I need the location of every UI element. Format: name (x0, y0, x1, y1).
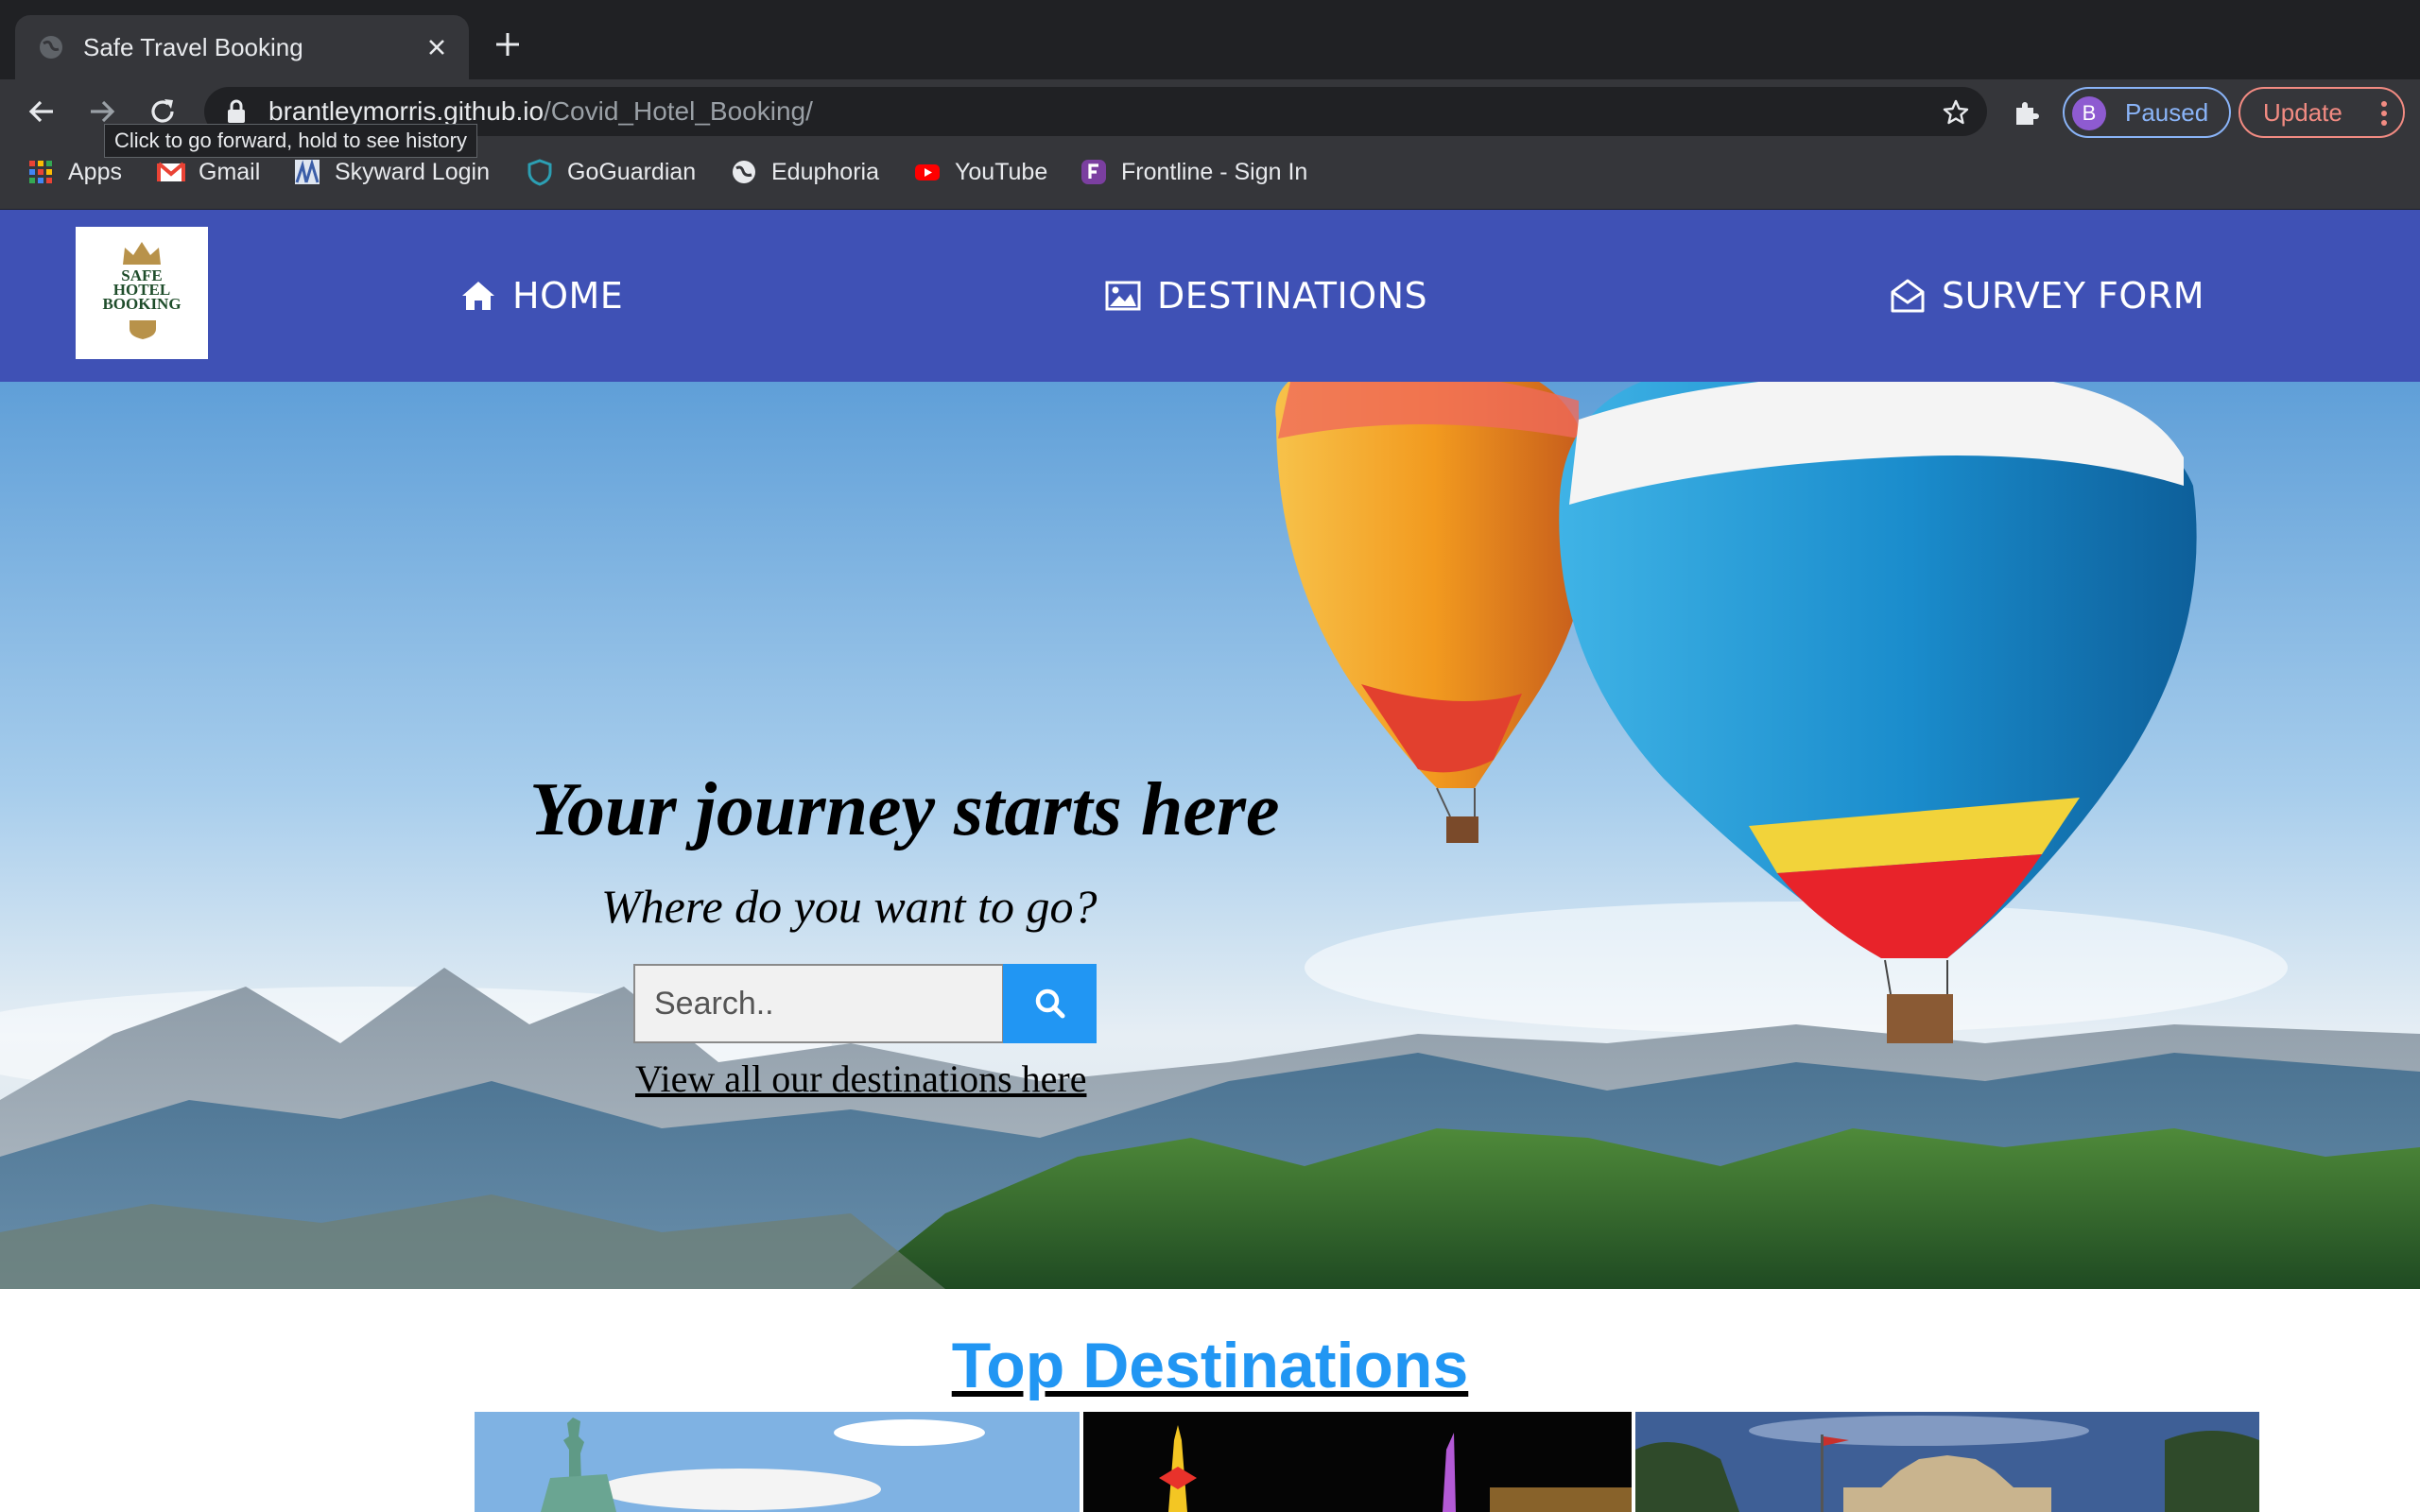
nav-label: DESTINATIONS (1157, 275, 1428, 317)
logo-shield-icon (130, 320, 156, 339)
bookmark-frontline[interactable]: Frontline - Sign In (1080, 144, 1307, 200)
nav-home[interactable]: HOME (459, 210, 623, 382)
new-tab-plus-icon[interactable] (493, 30, 522, 59)
destination-card-statue-of-liberty[interactable] (475, 1412, 1080, 1512)
bookmark-youtube[interactable]: YouTube (913, 144, 1047, 200)
globe-icon (733, 161, 755, 183)
bookmark-label: GoGuardian (567, 158, 697, 185)
tab-title: Safe Travel Booking (83, 33, 303, 61)
site-navbar: SAFE HOTEL BOOKING HOME DESTINATIONS SUR… (0, 210, 2420, 382)
search-button[interactable] (1003, 964, 1097, 1043)
bookmark-star-icon[interactable] (1942, 98, 1970, 127)
profile-status-label: Paused (2125, 98, 2209, 127)
image-icon (1105, 281, 1141, 311)
nav-destinations[interactable]: DESTINATIONS (1104, 210, 1427, 382)
gmail-icon (157, 162, 185, 181)
statue-of-liberty-image (475, 1412, 1080, 1512)
globe-icon (40, 36, 62, 59)
browser-tab-active[interactable]: Safe Travel Booking (15, 15, 469, 79)
forward-tooltip: Click to go forward, hold to see history (104, 124, 477, 158)
home-icon (462, 282, 494, 310)
extensions-puzzle-icon[interactable] (2012, 98, 2042, 129)
bookmark-label: Gmail (199, 158, 261, 185)
hero-banner: Your journey starts here Where do you wa… (0, 382, 2420, 1289)
goguardian-shield-icon (527, 159, 552, 186)
hero-title: Your journey starts here (529, 768, 1280, 851)
logo-text: SAFE HOTEL BOOKING (102, 266, 182, 313)
bookmark-label: YouTube (955, 158, 1048, 185)
frontline-icon (1081, 160, 1106, 184)
update-button[interactable]: Update (2238, 87, 2405, 138)
back-arrow-icon[interactable] (25, 94, 59, 129)
bookmark-goguardian[interactable]: GoGuardian (526, 144, 696, 200)
destination-card-las-vegas[interactable] (1083, 1412, 1632, 1512)
bookmark-label: Frontline - Sign In (1121, 158, 1308, 185)
more-menu-icon[interactable] (2380, 100, 2388, 127)
bookmark-label: Skyward Login (335, 158, 490, 185)
youtube-icon (915, 164, 940, 180)
alamo-image (1635, 1412, 2259, 1512)
view-all-destinations-link[interactable]: View all our destinations here (635, 1057, 1086, 1101)
hero-subtitle: Where do you want to go? (601, 880, 1098, 933)
nav-label: SURVEY FORM (1942, 275, 2205, 317)
destination-card-the-alamo[interactable] (1635, 1412, 2259, 1512)
site-logo[interactable]: SAFE HOTEL BOOKING (76, 227, 208, 359)
profile-button[interactable]: B Paused (2063, 87, 2231, 138)
top-destinations-title: Top Destinations (951, 1330, 1469, 1401)
envelope-open-icon (1891, 279, 1925, 313)
las-vegas-night-image (1083, 1412, 1632, 1512)
browser-tab-strip: Safe Travel Booking (0, 0, 2420, 79)
apps-grid-icon (29, 161, 52, 183)
search-icon (1035, 988, 1065, 1019)
lock-icon[interactable] (225, 99, 248, 124)
bookmark-label: Apps (68, 158, 122, 185)
url-path: /Covid_Hotel_Booking/ (544, 96, 813, 126)
destination-search-input[interactable] (633, 964, 1004, 1043)
skyward-icon (295, 158, 320, 184)
avatar: B (2072, 96, 2106, 130)
url-host: brantleymorris.github.io (268, 96, 544, 126)
close-icon[interactable] (425, 36, 448, 59)
update-label: Update (2263, 98, 2342, 127)
bookmark-eduphoria[interactable]: Eduphoria (730, 144, 879, 200)
nav-label: HOME (512, 275, 624, 317)
bookmark-label: Eduphoria (771, 158, 879, 185)
nav-survey-form[interactable]: SURVEY FORM (1889, 210, 2204, 382)
crown-icon (123, 242, 161, 265)
